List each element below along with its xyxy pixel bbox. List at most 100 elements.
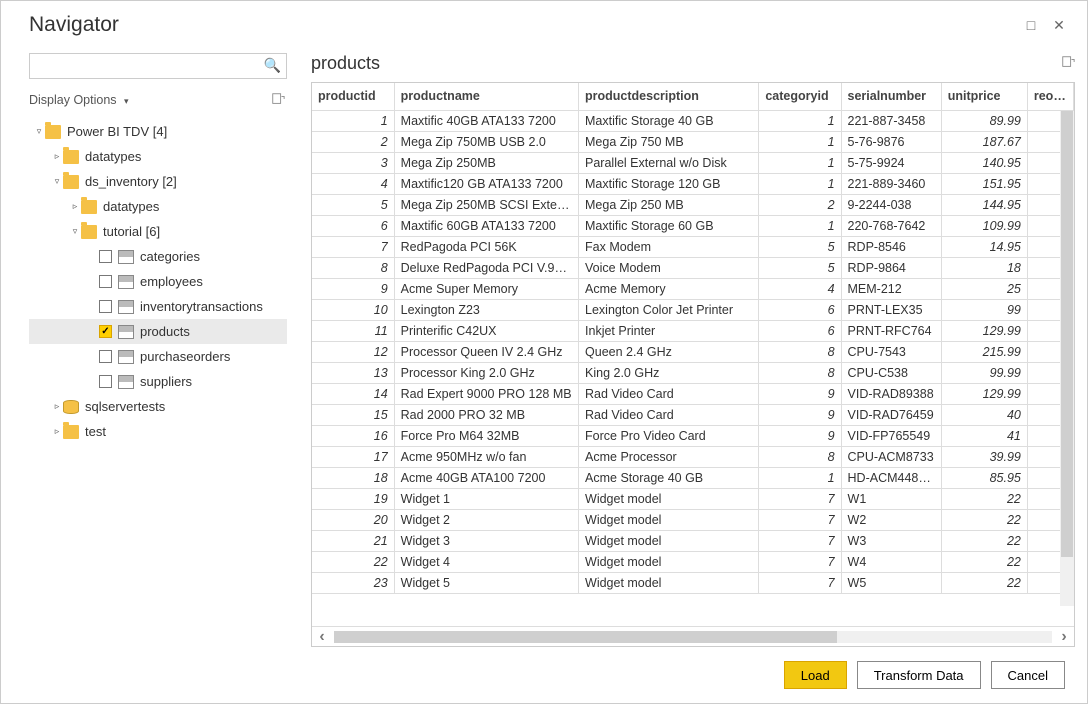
- cell: Processor Queen IV 2.4 GHz: [394, 341, 578, 362]
- column-header[interactable]: productdescription: [579, 83, 759, 110]
- cell: VID-RAD76459: [841, 404, 941, 425]
- cell: 39.99: [941, 446, 1027, 467]
- tree-item-label: sqlservertests: [85, 399, 165, 414]
- tree-folder-item[interactable]: ▹test: [29, 419, 287, 444]
- table-row[interactable]: 17Acme 950MHz w/o fanAcme Processor8CPU-…: [312, 446, 1074, 467]
- cancel-button[interactable]: Cancel: [991, 661, 1065, 689]
- table-row[interactable]: 21Widget 3Widget model7W322: [312, 530, 1074, 551]
- chevron-right-icon[interactable]: ▹: [69, 201, 81, 212]
- table-row[interactable]: 1Maxtific 40GB ATA133 7200Maxtific Stora…: [312, 110, 1074, 131]
- vertical-scrollbar[interactable]: [1060, 111, 1074, 606]
- tree-checkbox[interactable]: [99, 250, 112, 263]
- table-row[interactable]: 2Mega Zip 750MB USB 2.0Mega Zip 750 MB15…: [312, 131, 1074, 152]
- cell: 25: [941, 278, 1027, 299]
- cell: 6: [759, 299, 841, 320]
- chevron-right-icon[interactable]: ▹: [51, 151, 63, 162]
- tree-root[interactable]: ▿ Power BI TDV [4]: [29, 119, 287, 144]
- cell: Widget model: [579, 572, 759, 593]
- cell: Mega Zip 250MB: [394, 152, 578, 173]
- cell: 7: [759, 572, 841, 593]
- cell: HD-ACM4483-2: [841, 467, 941, 488]
- table-row[interactable]: 7RedPagoda PCI 56KFax Modem5RDP-854614.9…: [312, 236, 1074, 257]
- table-row[interactable]: 12Processor Queen IV 2.4 GHzQueen 2.4 GH…: [312, 341, 1074, 362]
- preview-panel: products productidproductnameproductdesc…: [287, 43, 1075, 647]
- spacer: [87, 277, 99, 287]
- table-row[interactable]: 16Force Pro M64 32MBForce Pro Video Card…: [312, 425, 1074, 446]
- table-row[interactable]: 3Mega Zip 250MBParallel External w/o Dis…: [312, 152, 1074, 173]
- chevron-down-icon[interactable]: ▿: [33, 126, 45, 137]
- table-row[interactable]: 11Printerific C42UXInkjet Printer6PRNT-R…: [312, 320, 1074, 341]
- chevron-down-icon[interactable]: ▿: [51, 176, 63, 187]
- chevron-right-icon[interactable]: ▹: [51, 401, 63, 412]
- cell: 9: [759, 425, 841, 446]
- column-header[interactable]: productname: [394, 83, 578, 110]
- table-row[interactable]: 18Acme 40GB ATA100 7200Acme Storage 40 G…: [312, 467, 1074, 488]
- table-row[interactable]: 6Maxtific 60GB ATA133 7200Maxtific Stora…: [312, 215, 1074, 236]
- tree-table-item[interactable]: suppliers: [29, 369, 287, 394]
- cell: Rad Video Card: [579, 383, 759, 404]
- cell: 7: [312, 236, 394, 257]
- search-input[interactable]: [29, 53, 287, 79]
- transform-data-button[interactable]: Transform Data: [857, 661, 981, 689]
- tree-folder-item[interactable]: ▹ sqlservertests: [29, 394, 287, 419]
- cell: 1: [759, 467, 841, 488]
- cell: 7: [759, 509, 841, 530]
- tree-item-label: suppliers: [140, 374, 192, 389]
- tree-item-label: Power BI TDV [4]: [67, 124, 167, 139]
- column-header[interactable]: unitprice: [941, 83, 1027, 110]
- cell: Maxtific Storage 120 GB: [579, 173, 759, 194]
- horizontal-scrollbar[interactable]: ‹ ›: [312, 626, 1074, 646]
- cell: 220-768-7642: [841, 215, 941, 236]
- table-row[interactable]: 13Processor King 2.0 GHzKing 2.0 GHz8CPU…: [312, 362, 1074, 383]
- chevron-down-icon[interactable]: ▿: [69, 226, 81, 237]
- column-header[interactable]: serialnumber: [841, 83, 941, 110]
- table-row[interactable]: 5Mega Zip 250MB SCSI ExternalMega Zip 25…: [312, 194, 1074, 215]
- tree-folder-item[interactable]: ▿ds_inventory [2]: [29, 169, 287, 194]
- navigation-tree[interactable]: ▿ Power BI TDV [4] ▹datatypes▿ds_invento…: [29, 119, 287, 647]
- tree-checkbox[interactable]: [99, 275, 112, 288]
- tree-checkbox[interactable]: [99, 375, 112, 388]
- tree-table-item[interactable]: inventorytransactions: [29, 294, 287, 319]
- scroll-right-icon[interactable]: ›: [1054, 628, 1074, 646]
- cell: W1: [841, 488, 941, 509]
- tree-folder-item[interactable]: ▿tutorial [6]: [29, 219, 287, 244]
- window-title: Navigator: [29, 13, 1017, 37]
- tree-table-item[interactable]: ✓products: [29, 319, 287, 344]
- column-header[interactable]: productid: [312, 83, 394, 110]
- search-icon[interactable]: 🔍: [264, 57, 281, 74]
- table-row[interactable]: 15Rad 2000 PRO 32 MBRad Video Card9VID-R…: [312, 404, 1074, 425]
- table-icon: [118, 375, 134, 389]
- table-row[interactable]: 10Lexington Z23Lexington Color Jet Print…: [312, 299, 1074, 320]
- tree-folder-item[interactable]: ▹datatypes: [29, 194, 287, 219]
- table-row[interactable]: 19Widget 1Widget model7W122: [312, 488, 1074, 509]
- table-row[interactable]: 23Widget 5Widget model7W522: [312, 572, 1074, 593]
- display-options-dropdown[interactable]: Display Options ▾: [29, 93, 129, 107]
- table-row[interactable]: 14Rad Expert 9000 PRO 128 MBRad Video Ca…: [312, 383, 1074, 404]
- table-icon: [118, 325, 134, 339]
- column-header[interactable]: categoryid: [759, 83, 841, 110]
- tree-checkbox[interactable]: ✓: [99, 325, 112, 338]
- close-icon[interactable]: ✕: [1045, 17, 1073, 34]
- chevron-right-icon[interactable]: ▹: [51, 426, 63, 437]
- cell: 40: [941, 404, 1027, 425]
- tree-table-item[interactable]: employees: [29, 269, 287, 294]
- scroll-left-icon[interactable]: ‹: [312, 628, 332, 646]
- tree-checkbox[interactable]: [99, 300, 112, 313]
- tree-table-item[interactable]: purchaseorders: [29, 344, 287, 369]
- load-button[interactable]: Load: [784, 661, 847, 689]
- refresh-icon[interactable]: [269, 92, 287, 109]
- table-row[interactable]: 20Widget 2Widget model7W222: [312, 509, 1074, 530]
- cell: 9: [759, 383, 841, 404]
- maximize-icon[interactable]: □: [1017, 17, 1045, 33]
- column-header[interactable]: reorde: [1027, 83, 1073, 110]
- table-row[interactable]: 22Widget 4Widget model7W422: [312, 551, 1074, 572]
- cell: 151.95: [941, 173, 1027, 194]
- table-row[interactable]: 4Maxtific120 GB ATA133 7200Maxtific Stor…: [312, 173, 1074, 194]
- tree-checkbox[interactable]: [99, 350, 112, 363]
- export-icon[interactable]: [1061, 55, 1075, 72]
- table-row[interactable]: 9Acme Super MemoryAcme Memory4MEM-21225: [312, 278, 1074, 299]
- tree-folder-item[interactable]: ▹datatypes: [29, 144, 287, 169]
- display-options-label: Display Options: [29, 93, 117, 107]
- tree-table-item[interactable]: categories: [29, 244, 287, 269]
- table-row[interactable]: 8Deluxe RedPagoda PCI V.90 56KVoice Mode…: [312, 257, 1074, 278]
